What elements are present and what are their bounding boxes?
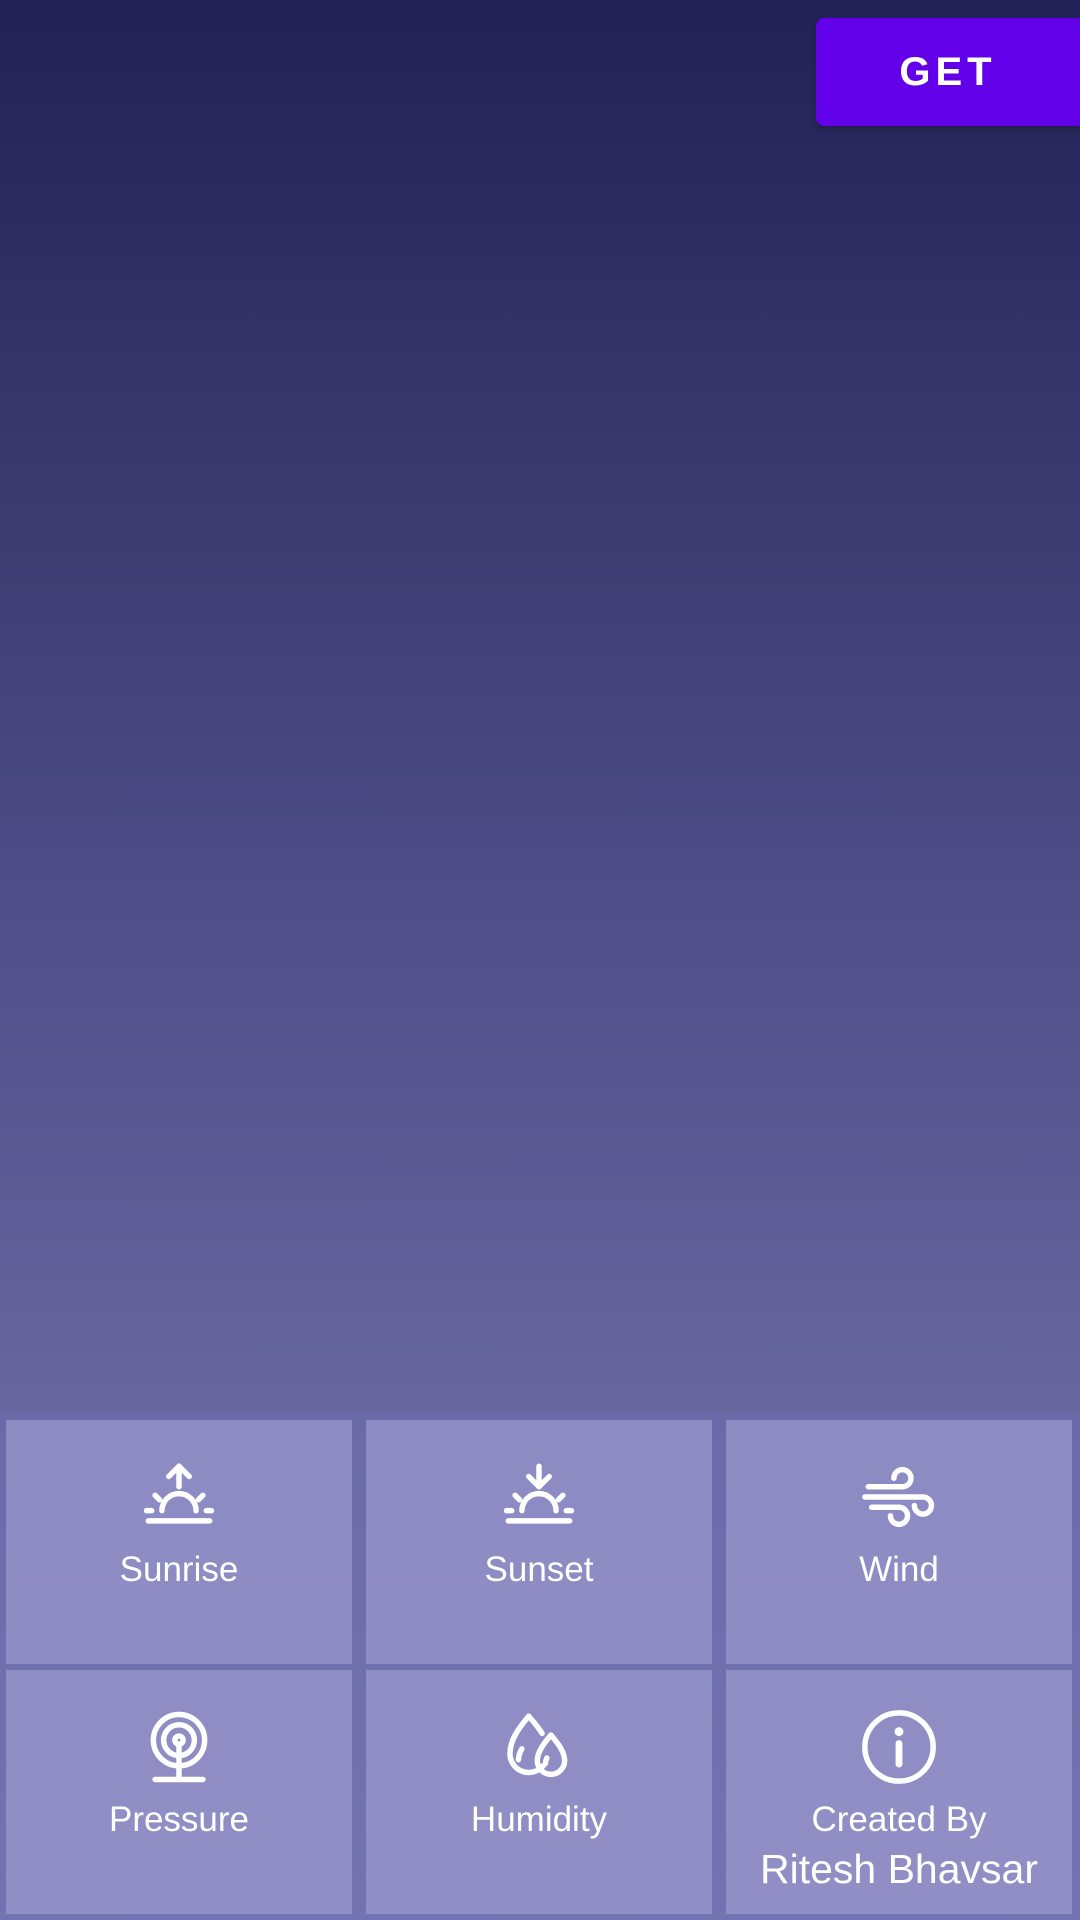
info-icon (858, 1706, 940, 1788)
humidity-tile[interactable]: Humidity (366, 1670, 712, 1914)
get-button[interactable]: GET (816, 18, 1080, 126)
humidity-label: Humidity (470, 1800, 608, 1839)
sunrise-icon (138, 1456, 220, 1538)
wind-icon (858, 1456, 940, 1538)
sunset-icon (498, 1456, 580, 1538)
sunset-tile[interactable]: Sunset (366, 1420, 712, 1664)
wind-label: Wind (859, 1550, 939, 1589)
sunrise-tile[interactable]: Sunrise (6, 1420, 352, 1664)
pressure-tile[interactable]: Pressure (6, 1670, 352, 1914)
humidity-icon (498, 1706, 580, 1788)
wind-tile[interactable]: Wind (726, 1420, 1072, 1664)
pressure-icon (138, 1706, 220, 1788)
created-by-label: Created By (811, 1800, 987, 1839)
created-by-tile[interactable]: Created By Ritesh Bhavsar (726, 1670, 1072, 1914)
author-name: Ritesh Bhavsar (759, 1846, 1038, 1892)
sunrise-label: Sunrise (119, 1550, 239, 1589)
pressure-label: Pressure (108, 1800, 250, 1839)
sunset-label: Sunset (484, 1550, 594, 1589)
